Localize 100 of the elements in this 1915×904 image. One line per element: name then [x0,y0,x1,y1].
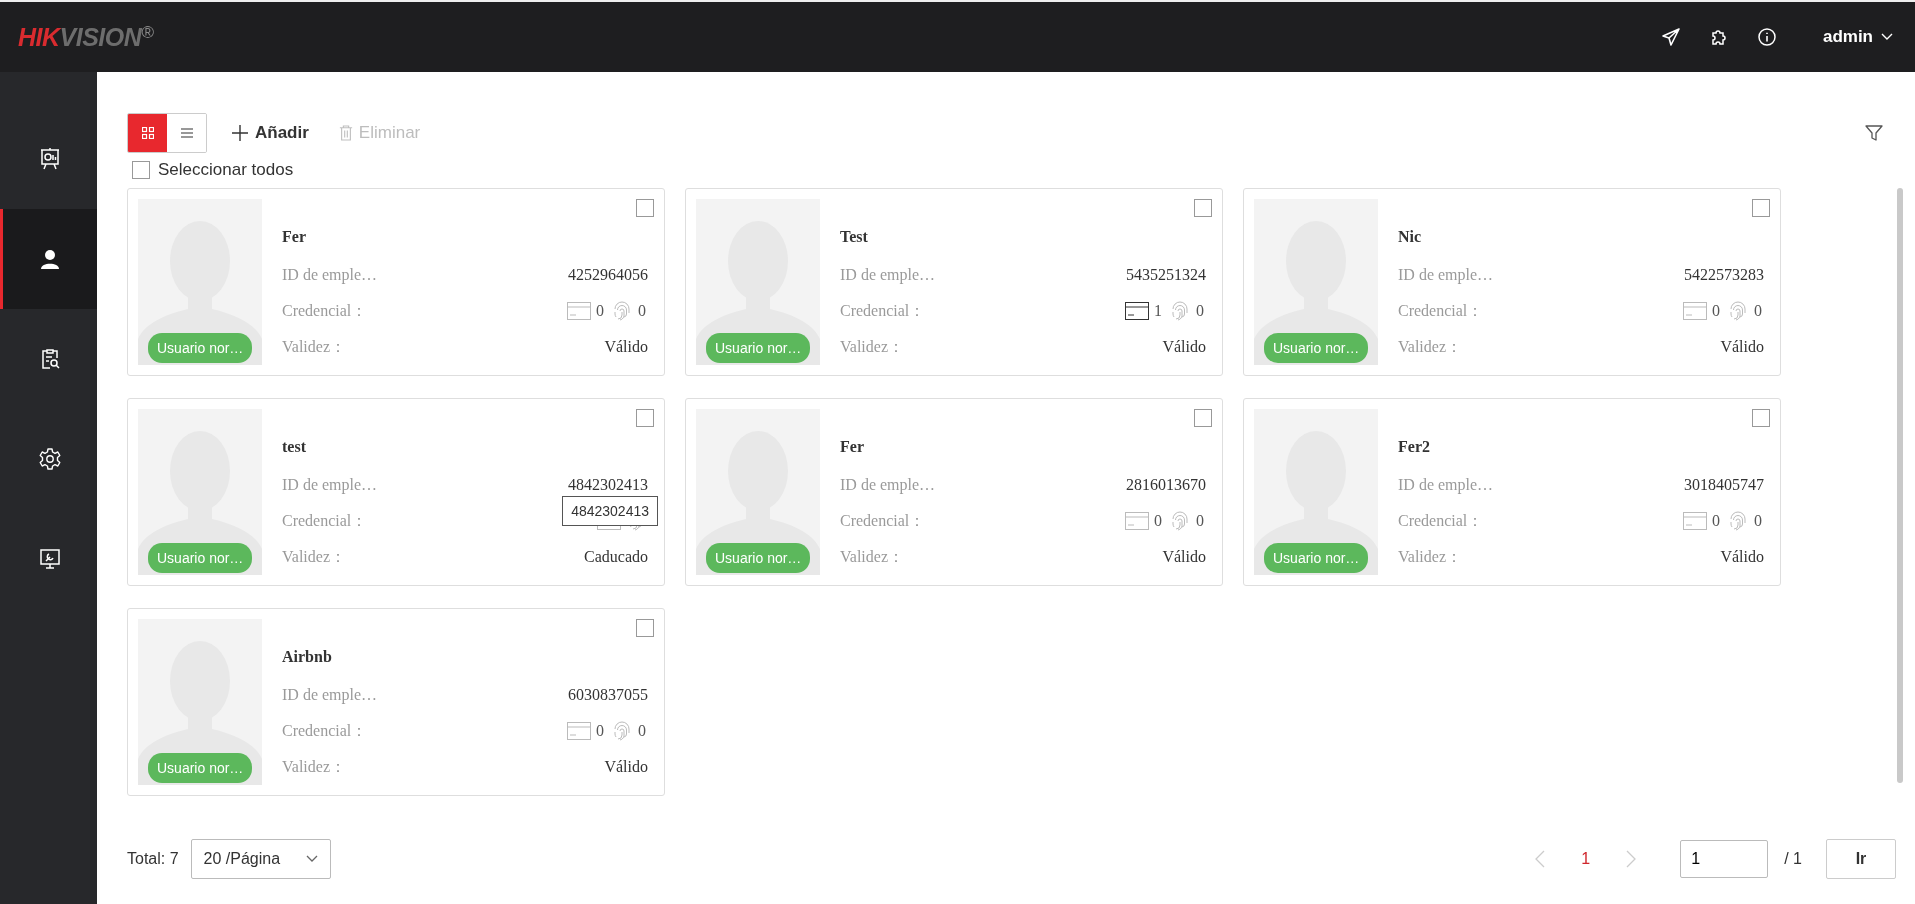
card-checkbox[interactable] [1194,199,1212,217]
field-label: Credencial： [282,720,368,741]
previous-page-icon[interactable] [1535,850,1546,868]
field-label: ID de emple… [282,686,378,704]
employee-id: 5422573283 [1684,266,1764,284]
fingerprint-icon [611,300,633,322]
field-label: ID de emple… [840,266,936,284]
menu-icon [180,127,193,139]
employee-id: 3018405747 [1684,476,1764,494]
user-type-badge: Usuario nor… [148,753,253,783]
next-page-icon[interactable] [1626,850,1637,868]
person-name: Fer2 [1398,437,1431,457]
card-checkbox[interactable] [1194,409,1212,427]
employee-id: 4842302413 [568,476,648,494]
person-card[interactable]: Usuario nor… Nic ID de emple… 5422573283 Credencial： 0 0 Validez： Válido [1243,188,1781,376]
person-name: Nic [1398,227,1423,247]
field-label: Credencial： [1398,300,1484,321]
card-checkbox[interactable] [1752,409,1770,427]
fingerprint-count: 0 [1754,512,1762,530]
field-label: ID de emple… [840,476,936,494]
card-count: 0 [1712,512,1720,530]
employee-id: 2816013670 [1126,476,1206,494]
trash-icon [338,125,353,141]
plus-icon [231,124,249,142]
monitor-wrench-icon [38,547,62,571]
field-label: ID de emple… [1398,266,1494,284]
field-label: Validez： [1398,546,1462,567]
person-name: Test [840,227,869,247]
field-label: Validez： [282,756,346,777]
card-count: 0 [596,722,604,740]
validity-status: Válido [1162,548,1206,566]
field-label: ID de emple… [282,476,378,494]
card-checkbox[interactable] [1752,199,1770,217]
page-number[interactable]: 1 [1575,849,1597,869]
field-label: Credencial： [282,300,368,321]
fingerprint-count: 0 [1754,302,1762,320]
field-label: Credencial： [1398,510,1484,531]
scroll-bar[interactable] [1897,188,1903,783]
grid-icon [141,127,154,139]
select-all-checkbox[interactable] [132,161,150,179]
user-type-badge: Usuario nor… [1264,333,1369,363]
fingerprint-icon [1727,510,1749,532]
field-label: Credencial： [282,510,368,531]
gear-icon [38,447,62,471]
field-label: ID de emple… [282,266,378,284]
person-card[interactable]: Usuario nor… Fer ID de emple… 4252964056 Credencial： 0 0 Validez： Válido [127,188,665,376]
validity-status: Válido [1720,338,1764,356]
presentation-board-icon [38,147,62,171]
sidebar-item[interactable] [0,209,97,309]
fingerprint-icon [611,720,633,742]
info-icon[interactable] [1756,27,1777,47]
user-type-badge: Usuario nor… [706,333,811,363]
validity-status: Válido [1162,338,1206,356]
fingerprint-count: 0 [638,302,646,320]
fingerprint-icon [1727,300,1749,322]
card-count: 1 [1154,302,1162,320]
chevron-down-icon [305,855,318,863]
go-button[interactable]: Ir [1826,839,1896,879]
paper-plane-icon[interactable] [1660,27,1681,47]
filter-icon[interactable] [1865,124,1883,142]
validity-status: Caducado [584,548,648,566]
user-type-badge: Usuario nor… [148,333,253,363]
field-label: Validez： [840,336,904,357]
user-type-badge: Usuario nor… [1264,543,1369,573]
user-type-badge: Usuario nor… [706,543,811,573]
card-count: 0 [1712,302,1720,320]
add-button[interactable]: Añadir [225,123,315,143]
card-count: 0 [1154,512,1162,530]
fingerprint-count: 0 [638,722,646,740]
page-size-select[interactable]: 20 /Página [190,839,331,879]
person-card[interactable]: Usuario nor… Fer ID de emple… 2816013670 Credencial： 0 0 Validez： Válido [685,398,1223,586]
person-name: Airbnb [282,647,333,667]
field-label: Credencial： [840,300,926,321]
person-card[interactable]: Usuario nor… test ID de emple… 4842302413 Credencial： 4842302413 Validez： Caducado [127,398,665,586]
user-type-badge: Usuario nor… [148,543,253,573]
card-checkbox[interactable] [636,199,654,217]
card-count: 0 [596,302,604,320]
person-name: Fer [282,227,307,247]
fingerprint-icon [1169,300,1191,322]
person-card[interactable]: Usuario nor… Airbnb ID de emple… 6030837055 Credencial： 0 0 Validez： Válido [127,608,665,796]
employee-id: 5435251324 [1126,266,1206,284]
user-menu[interactable]: admin [1822,27,1893,47]
field-label: Validez： [282,336,346,357]
validity-status: Válido [604,338,648,356]
grid-view-button[interactable] [128,114,167,152]
page-input[interactable]: 1 [1680,840,1769,878]
employee-id: 4252964056 [568,266,648,284]
field-label: Validez： [1398,336,1462,357]
fingerprint-count: 0 [1196,302,1204,320]
person-name: test [282,437,307,457]
field-label: Validez： [840,546,904,567]
person-card[interactable]: Usuario nor… Fer2 ID de emple… 3018405747 Credencial： 0 0 Validez： Válido [1243,398,1781,586]
select-all-label: Seleccionar todos [158,160,294,180]
field-label: Validez： [282,546,346,567]
validity-status: Válido [604,758,648,776]
chevron-down-icon [1881,33,1893,41]
card-checkbox[interactable] [636,619,654,637]
person-card[interactable]: Usuario nor… Test ID de emple… 5435251324 Credencial： 1 0 Validez： Válido [685,188,1223,376]
card-checkbox[interactable] [636,409,654,427]
fingerprint-count: 0 [1196,512,1204,530]
